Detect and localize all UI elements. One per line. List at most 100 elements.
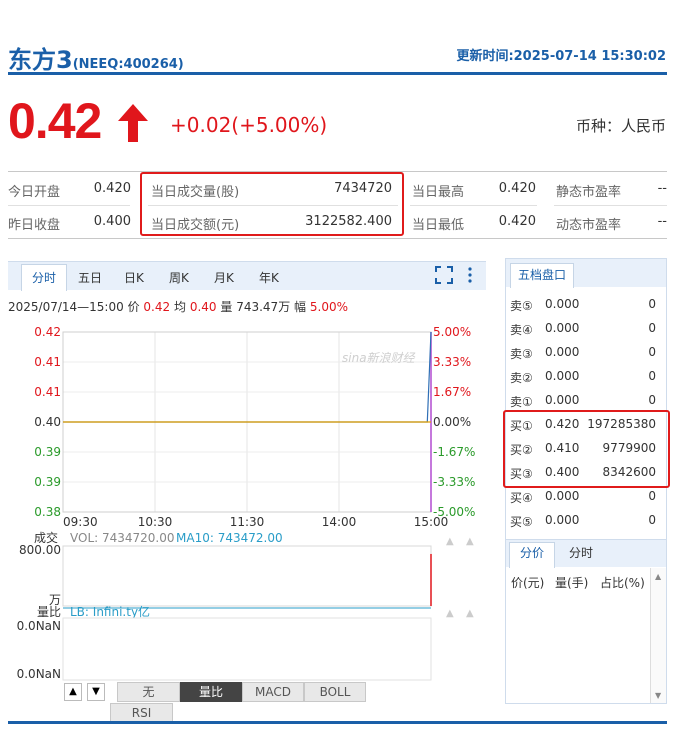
low-value: 0.420: [498, 214, 536, 229]
order-level-volume: 0: [648, 513, 656, 527]
panel-up-icon: ▲: [446, 608, 454, 619]
tab-time-trades[interactable]: 分时: [558, 544, 604, 568]
price-change: +0.02(+5.00%): [170, 113, 328, 137]
chart-info-line: 2025/07/14—15:00 价 0.42 均 0.40 量 743.47万…: [8, 300, 348, 314]
high-value: 0.420: [498, 181, 536, 196]
y-tick-label-right: 1.67%: [433, 385, 471, 399]
order-level-price: 0.000: [545, 369, 580, 383]
intraday-chart: 09:30 10:30 11:30 14:00 15:000.42 5.00%0.41 3.…: [17, 325, 476, 681]
order-level-price: 0.000: [545, 297, 580, 311]
panel-up-icon: ▲: [466, 536, 474, 547]
tab-daily-k[interactable]: 日K: [124, 269, 144, 286]
y-tick-label: 0.38: [34, 505, 61, 519]
panel-up-icon: ▲: [446, 536, 454, 547]
y-tick-label-right: 5.00%: [433, 325, 471, 339]
panel-up-icon: ▲: [466, 608, 474, 619]
order-level-price: 0.000: [545, 513, 580, 527]
tab-yearly-k[interactable]: 年K: [259, 269, 279, 286]
tool-rsi-button[interactable]: RSI: [110, 703, 173, 723]
fullscreen-icon[interactable]: [435, 266, 453, 284]
scroll-down-arrow-icon[interactable]: ▼: [655, 691, 661, 700]
header-divider: [8, 72, 667, 75]
prev-close-value: 0.400: [93, 214, 131, 229]
bid-highlight-box: [503, 410, 670, 488]
up-arrow-icon: [118, 104, 148, 142]
order-level-price: 0.000: [545, 321, 580, 335]
y-tick-label: 0.42: [34, 325, 61, 339]
tool-macd-button[interactable]: MACD: [242, 682, 304, 702]
column-price: 价(元): [511, 576, 545, 590]
stock-code: (NEEQ:400264): [72, 57, 184, 72]
order-level-label: 买⑤: [510, 515, 533, 529]
footer-divider: [8, 721, 667, 724]
y-tick-label: 0.0NaN: [17, 619, 61, 633]
currency-label: 币种：人民币: [575, 117, 666, 135]
x-tick-label: 09:30: [63, 515, 98, 529]
static-pe-value: --: [657, 181, 667, 196]
order-level-volume: 0: [648, 345, 656, 359]
x-tick-label: 10:30: [138, 515, 173, 529]
tool-none-button[interactable]: 无: [117, 682, 180, 702]
prev-close-label: 昨日收盘: [8, 218, 61, 233]
y-tick-label-right: 0.00%: [433, 415, 471, 429]
open-value: 0.420: [93, 181, 131, 196]
y-tick-label: 0.39: [34, 445, 61, 459]
y-tick-label-right: -5.00%: [433, 505, 475, 519]
order-level-label: 卖④: [510, 323, 533, 337]
row-separator: [410, 205, 537, 206]
dynamic-pe-value: --: [657, 214, 667, 229]
scrollbar[interactable]: ▲ ▼: [650, 568, 666, 703]
more-menu-icon[interactable]: [466, 266, 474, 284]
order-level-label: 卖⑤: [510, 299, 533, 313]
order-level-price: 0.000: [545, 393, 580, 407]
y-tick-label: 800.00: [19, 543, 61, 557]
volume-panel: 成交 VOL: 7434720.00 MA10: 743472.00 ▲ ▲800.00…: [19, 530, 474, 607]
tab-monthly-k[interactable]: 月K: [214, 269, 234, 286]
tab-intraday[interactable]: 分时: [32, 269, 56, 286]
column-volume: 量(手): [555, 576, 589, 590]
order-level-volume: 0: [648, 489, 656, 503]
y-tick-label: 0.39: [34, 475, 61, 489]
order-level-volume: 0: [648, 297, 656, 311]
tab-weekly-k[interactable]: 周K: [169, 269, 189, 286]
y-tick-label: 0.0NaN: [17, 667, 61, 681]
order-level-label: 卖①: [510, 395, 533, 409]
order-level-volume: 0: [648, 393, 656, 407]
scroll-down-button[interactable]: ▼: [87, 683, 105, 701]
y-tick-label-right: -1.67%: [433, 445, 475, 459]
update-time: 更新时间:2025-07-14 15:30:02: [456, 49, 666, 64]
tab-order-book[interactable]: 五档盘口: [510, 263, 574, 288]
stats-bottom-border: [8, 238, 667, 239]
volume-text: VOL: 7434720.00: [70, 531, 175, 545]
dynamic-pe-label: 动态市盈率: [556, 218, 622, 233]
x-tick-label: 14:00: [322, 515, 357, 529]
y-tick-label-right: 3.33%: [433, 355, 471, 369]
order-level-label: 卖③: [510, 347, 533, 361]
scroll-up-button[interactable]: ▲: [64, 683, 82, 701]
static-pe-label: 静态市盈率: [556, 185, 622, 200]
tool-volume-ratio-button[interactable]: 量比: [180, 682, 242, 702]
volume-highlight-box: [140, 172, 404, 236]
price-panel: 09:30 10:30 11:30 14:00 15:000.42 5.00%0.41 3.…: [34, 325, 475, 529]
high-label: 当日最高: [412, 185, 465, 200]
order-level-price: 0.000: [545, 489, 580, 503]
tab-price-distribution[interactable]: 分价: [509, 544, 555, 568]
y-tick-label: 0.40: [34, 415, 61, 429]
y-tick-label: 0.41: [34, 385, 61, 399]
x-tick-label: 11:30: [230, 515, 265, 529]
row-separator: [8, 205, 130, 206]
tool-boll-button[interactable]: BOLL: [304, 682, 366, 702]
plot-frame: [62, 545, 432, 607]
volume-ratio-panel: 量比 LB: Infini.ty亿 ▲ ▲ 0.0NaN 0.0NaN: [17, 604, 474, 681]
watermark: sina新浪财经: [342, 351, 417, 365]
low-label: 当日最低: [412, 218, 465, 233]
y-tick-label-right: -3.33%: [433, 475, 475, 489]
order-level-label: 买④: [510, 491, 533, 505]
scroll-up-arrow-icon[interactable]: ▲: [655, 572, 661, 581]
panel-label: 量比: [37, 605, 61, 619]
stock-title: 东方3(NEEQ:400264): [8, 40, 184, 75]
order-level-volume: 0: [648, 321, 656, 335]
order-level-label: 卖②: [510, 371, 533, 385]
plot-frame: [62, 617, 432, 681]
tab-five-day[interactable]: 五日: [78, 269, 102, 286]
